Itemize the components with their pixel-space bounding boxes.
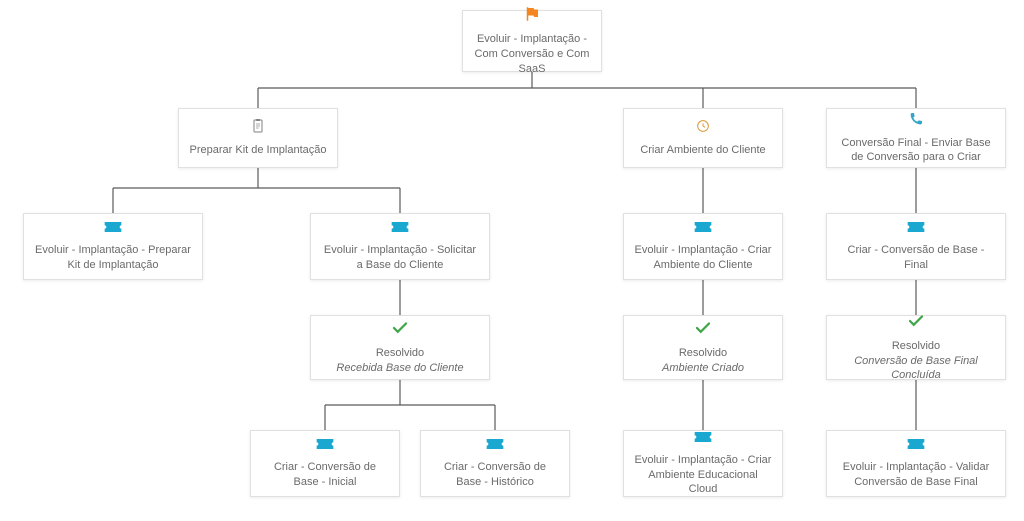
node-conv-final-task[interactable]: Criar - Conversão de Base - Final (826, 213, 1006, 280)
node-label: Criar - Conversão de Base - Final (837, 243, 995, 273)
node-root[interactable]: Evoluir - Implantação - Com Conversão e … (462, 10, 602, 72)
node-resolvido-base[interactable]: Resolvido Recebida Base do Cliente (310, 315, 490, 380)
check-icon (391, 319, 409, 342)
node-conv-inicial[interactable]: Criar - Conversão de Base - Inicial (250, 430, 400, 497)
node-title: Resolvido (376, 346, 424, 361)
check-icon (907, 312, 925, 335)
ticket-icon (693, 220, 713, 239)
node-label: Conversão Final - Enviar Base de Convers… (837, 136, 995, 166)
ticket-icon (906, 220, 926, 239)
ticket-icon (390, 220, 410, 239)
node-solicitar-base[interactable]: Evoluir - Implantação - Solicitar a Base… (310, 213, 490, 280)
node-resolvido-conv-final[interactable]: Resolvido Conversão de Base Final Conclu… (826, 315, 1006, 380)
node-preparar-kit[interactable]: Preparar Kit de Implantação (178, 108, 338, 168)
flag-icon (523, 5, 541, 28)
node-preparar-kit-task[interactable]: Evoluir - Implantação - Preparar Kit de … (23, 213, 203, 280)
node-label: Criar - Conversão de Base - Inicial (261, 460, 389, 490)
node-ambiente-cloud[interactable]: Evoluir - Implantação - Criar Ambiente E… (623, 430, 783, 497)
node-title: Resolvido (679, 346, 727, 361)
node-label: Evoluir - Implantação - Criar Ambiente E… (634, 453, 772, 498)
ticket-icon (693, 430, 713, 449)
ticket-icon (315, 437, 335, 456)
node-label: Evoluir - Implantação - Criar Ambiente d… (634, 243, 772, 273)
node-criar-ambiente-task[interactable]: Evoluir - Implantação - Criar Ambiente d… (623, 213, 783, 280)
node-validar-conv-final[interactable]: Evoluir - Implantação - Validar Conversã… (826, 430, 1006, 497)
ticket-icon (103, 220, 123, 239)
phone-icon (908, 111, 924, 132)
node-subtitle: Ambiente Criado (662, 361, 744, 376)
clipboard-icon (250, 118, 266, 139)
node-label: Preparar Kit de Implantação (190, 143, 327, 158)
clock-icon (695, 118, 711, 139)
check-icon (694, 319, 712, 342)
ticket-icon (906, 437, 926, 456)
node-subtitle: Conversão de Base Final Concluída (837, 354, 995, 384)
node-label: Evoluir - Implantação - Validar Conversã… (837, 460, 995, 490)
node-title: Resolvido (892, 339, 940, 354)
node-resolvido-ambiente[interactable]: Resolvido Ambiente Criado (623, 315, 783, 380)
node-conv-historico[interactable]: Criar - Conversão de Base - Histórico (420, 430, 570, 497)
node-subtitle: Recebida Base do Cliente (336, 361, 463, 376)
node-conversao-final[interactable]: Conversão Final - Enviar Base de Convers… (826, 108, 1006, 168)
node-label: Criar Ambiente do Cliente (640, 143, 765, 158)
node-criar-ambiente[interactable]: Criar Ambiente do Cliente (623, 108, 783, 168)
node-label: Evoluir - Implantação - Preparar Kit de … (34, 243, 192, 273)
ticket-icon (485, 437, 505, 456)
node-label: Evoluir - Implantação - Solicitar a Base… (321, 243, 479, 273)
node-label: Criar - Conversão de Base - Histórico (431, 460, 559, 490)
node-label: Evoluir - Implantação - Com Conversão e … (473, 32, 591, 77)
